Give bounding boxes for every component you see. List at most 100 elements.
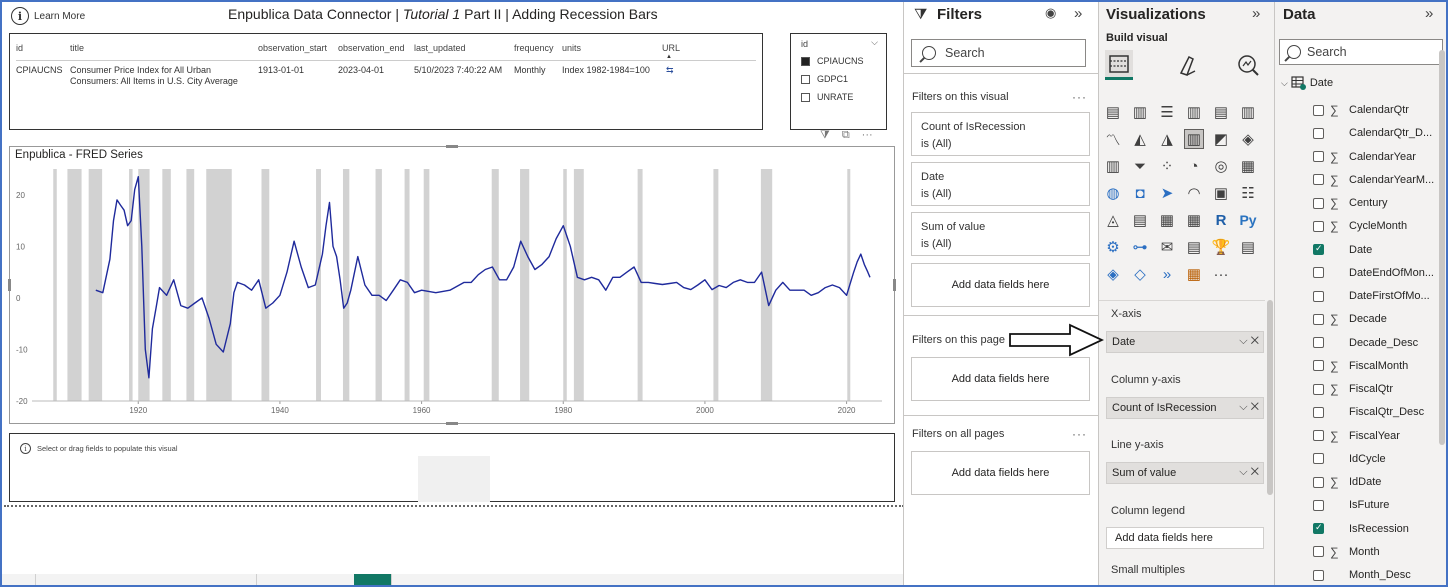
checkbox[interactable] bbox=[1313, 406, 1324, 418]
100-bar-icon[interactable]: ▤ bbox=[1211, 102, 1231, 122]
field-month-desc[interactable]: Month_Desc bbox=[1313, 565, 1411, 585]
filled-map-icon[interactable]: ◘ bbox=[1130, 183, 1150, 203]
checkbox[interactable] bbox=[801, 74, 810, 84]
more-options-icon[interactable]: ··· bbox=[1072, 427, 1087, 441]
stacked-bar-icon[interactable]: ▤ bbox=[1103, 102, 1123, 122]
checkbox[interactable] bbox=[1313, 151, 1324, 162]
more-visuals-icon[interactable]: ··· bbox=[1211, 264, 1231, 284]
focus-mode-icon[interactable]: ⧉ bbox=[842, 129, 850, 142]
slicer-option-cpiaucns[interactable]: CPIAUCNS bbox=[801, 56, 864, 66]
col-header-id[interactable]: id bbox=[16, 43, 23, 53]
learn-more-button[interactable]: i Learn More bbox=[11, 7, 85, 25]
field-iddate[interactable]: ∑ IdDate bbox=[1313, 472, 1381, 492]
field-fiscalmonth[interactable]: ∑ FiscalMonth bbox=[1313, 356, 1408, 376]
key-influencers-icon[interactable]: ⚙ bbox=[1103, 237, 1123, 257]
field-fiscalqtr-desc[interactable]: FiscalQtr_Desc bbox=[1313, 402, 1424, 422]
line-chart-icon[interactable]: 〽 bbox=[1103, 129, 1123, 149]
qa-icon[interactable]: ✉ bbox=[1157, 237, 1177, 257]
filter-card-sum-of-value[interactable]: Sum of value is (All) bbox=[911, 212, 1090, 256]
collapse-pane-icon[interactable]: » bbox=[1425, 5, 1433, 22]
azure-map-icon[interactable]: ➤ bbox=[1157, 183, 1177, 203]
clustered-bar-icon[interactable]: ☰ bbox=[1157, 102, 1177, 122]
format-visual-icon[interactable] bbox=[1175, 53, 1201, 79]
resize-handle-bottom[interactable] bbox=[446, 422, 458, 425]
checkbox-checked[interactable] bbox=[1313, 522, 1324, 534]
checkbox[interactable] bbox=[1313, 453, 1324, 465]
resize-handle-top[interactable] bbox=[446, 145, 458, 148]
field-decade-desc[interactable]: Decade_Desc bbox=[1313, 333, 1418, 353]
field-calendaryearm-[interactable]: ∑ CalendarYearM... bbox=[1313, 170, 1434, 190]
checkbox[interactable] bbox=[1313, 546, 1324, 558]
column-y-axis-well-field[interactable]: Count of IsRecession ⌵ ✕ bbox=[1106, 397, 1264, 419]
kpi-icon[interactable]: ◬ bbox=[1103, 210, 1123, 230]
checkbox[interactable] bbox=[1313, 267, 1324, 279]
field-calendarqtr[interactable]: ∑ CalendarQtr bbox=[1313, 100, 1409, 120]
stacked-column-icon[interactable]: ▥ bbox=[1130, 102, 1150, 122]
python-visual-icon[interactable]: Py bbox=[1238, 210, 1258, 230]
field-idcycle[interactable]: IdCycle bbox=[1313, 449, 1386, 469]
paginated-report-icon[interactable]: ▤ bbox=[1238, 237, 1258, 257]
chevron-remove-icons[interactable]: ⌵ ✕ bbox=[1239, 466, 1259, 479]
filter-card-count-isrecession[interactable]: Count of IsRecession is (All) bbox=[911, 112, 1090, 156]
build-visual-tab[interactable] bbox=[1105, 50, 1133, 80]
power-apps-icon[interactable]: ◈ bbox=[1103, 264, 1123, 284]
col-header-units[interactable]: units bbox=[562, 43, 581, 53]
checkbox[interactable] bbox=[1313, 337, 1324, 348]
checkbox[interactable] bbox=[1313, 290, 1324, 302]
multi-row-card-icon[interactable]: ☷ bbox=[1238, 183, 1258, 203]
field-century[interactable]: ∑ Century bbox=[1313, 193, 1388, 213]
filter-card-date[interactable]: Date is (All) bbox=[911, 162, 1090, 206]
stacked-area-icon[interactable]: ◮ bbox=[1157, 129, 1177, 149]
gauge-icon[interactable]: ◠ bbox=[1184, 183, 1204, 203]
collapse-pane-icon[interactable]: » bbox=[1074, 5, 1082, 22]
power-automate-icon[interactable]: ◇ bbox=[1130, 264, 1150, 284]
checkbox[interactable] bbox=[1313, 383, 1324, 395]
checkbox[interactable] bbox=[1313, 127, 1324, 139]
checkbox[interactable] bbox=[1313, 197, 1324, 209]
empty-visual[interactable]: i Select or drag fields to populate this… bbox=[9, 433, 895, 502]
col-header-frequency[interactable]: frequency bbox=[514, 43, 554, 53]
checkbox[interactable] bbox=[801, 92, 810, 102]
add-visual-filter-field[interactable]: Add data fields here bbox=[911, 263, 1090, 307]
checkbox[interactable] bbox=[1313, 174, 1324, 186]
filters-search-input[interactable]: Search bbox=[911, 39, 1086, 67]
filter-icon[interactable]: ⧩ bbox=[820, 129, 830, 142]
slicer-option-gdpc1[interactable]: GDPC1 bbox=[801, 74, 848, 84]
checkbox[interactable] bbox=[1313, 104, 1324, 116]
eye-icon[interactable]: ◉ bbox=[1045, 5, 1056, 21]
x-axis-well-field[interactable]: Date ⌵ ✕ bbox=[1106, 331, 1264, 353]
clustered-column-icon[interactable]: ▥ bbox=[1184, 102, 1204, 122]
col-header-title[interactable]: title bbox=[70, 43, 84, 53]
col-header-observation-start[interactable]: observation_start bbox=[258, 43, 327, 53]
field-isfuture[interactable]: IsFuture bbox=[1313, 495, 1389, 515]
field-decade[interactable]: ∑ Decade bbox=[1313, 309, 1387, 329]
series-info-table[interactable]: id title observation_start observation_e… bbox=[9, 33, 763, 130]
field-cyclemonth[interactable]: ∑ CycleMonth bbox=[1313, 216, 1407, 236]
col-header-url[interactable]: URL bbox=[662, 43, 680, 53]
treemap-icon[interactable]: ▦ bbox=[1238, 156, 1258, 176]
chevron-remove-icons[interactable]: ⌵ ✕ bbox=[1239, 401, 1259, 414]
more-options-icon[interactable]: ··· bbox=[1072, 90, 1087, 104]
card-icon[interactable]: ▣ bbox=[1211, 183, 1231, 203]
analytics-icon[interactable] bbox=[1235, 53, 1261, 79]
checkbox[interactable] bbox=[1313, 220, 1324, 232]
date-table-node[interactable]: ⌵ Date bbox=[1281, 76, 1333, 90]
field-fiscalqtr[interactable]: ∑ FiscalQtr bbox=[1313, 379, 1393, 399]
resize-handle-right[interactable] bbox=[893, 279, 896, 291]
goals-icon[interactable]: 🏆 bbox=[1211, 237, 1231, 257]
data-search-input[interactable]: Search bbox=[1279, 39, 1443, 65]
chevron-down-icon[interactable]: ⌵ bbox=[871, 37, 878, 48]
app-icon[interactable]: ▦ bbox=[1184, 264, 1204, 284]
resize-handle-left[interactable] bbox=[8, 279, 11, 291]
powerbi-chevron-icon[interactable]: » bbox=[1157, 264, 1177, 284]
url-link-icon[interactable]: ⇆ bbox=[666, 65, 674, 76]
fred-series-chart[interactable]: Enpublica - FRED Series 20 10 0 -10 -20 1920 1… bbox=[8, 145, 896, 425]
col-header-last-updated[interactable]: last_updated bbox=[414, 43, 466, 53]
field-month[interactable]: ∑ Month bbox=[1313, 542, 1380, 562]
slicer-icon[interactable]: ▤ bbox=[1130, 210, 1150, 230]
page-tab-active[interactable] bbox=[354, 574, 392, 585]
checkbox[interactable] bbox=[1313, 313, 1324, 325]
funnel-icon[interactable]: ⏷ bbox=[1130, 156, 1150, 176]
add-page-filter-field[interactable]: Add data fields here bbox=[911, 357, 1090, 401]
pane-scrollbar[interactable] bbox=[1267, 300, 1273, 495]
